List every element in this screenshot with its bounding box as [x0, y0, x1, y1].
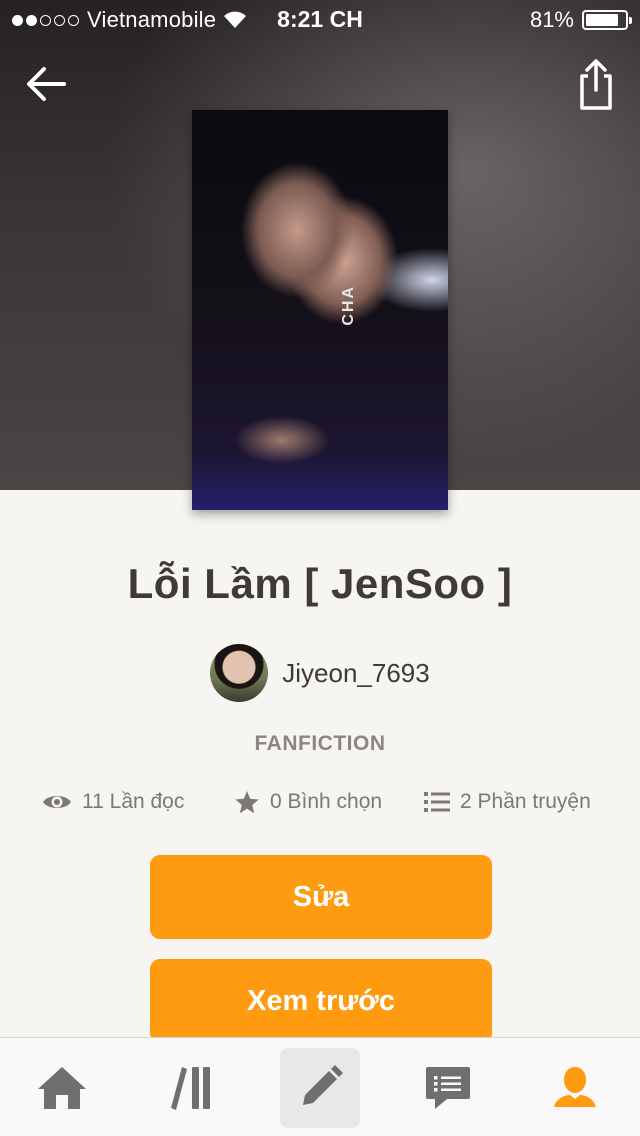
votes-stat: 0 Bình chọn — [234, 790, 382, 814]
share-button[interactable] — [576, 56, 616, 112]
status-right: 81% — [529, 7, 632, 33]
author-row[interactable]: Jiyeon_7693 — [0, 644, 640, 702]
parts-count: 2 Phần truyện — [460, 790, 591, 813]
home-icon — [38, 1067, 86, 1109]
votes-count: 0 Bình chọn — [270, 790, 383, 813]
profile-icon — [554, 1067, 596, 1107]
write-icon — [303, 1065, 343, 1105]
messages-icon — [426, 1067, 470, 1109]
battery-percent: 81% — [529, 7, 574, 32]
tab-profile[interactable] — [535, 1048, 615, 1128]
eye-icon — [43, 796, 71, 808]
story-stats: 11 Lần đọc 0 Bình chọn 2 Phần truyện — [0, 790, 640, 826]
author-name[interactable]: Jiyeon_7693 — [282, 658, 429, 689]
preview-button[interactable]: Xem trước — [150, 959, 492, 1043]
parts-stat: 2 Phần truyện — [424, 790, 591, 814]
story-cover-image[interactable]: CHA — [192, 110, 448, 510]
status-bar: Vietnamobile 8:21 CH 81% — [0, 0, 640, 40]
story-title: Lỗi Lầm [ JenSoo ] — [127, 560, 513, 607]
reads-count: 11 Lần đọc — [82, 790, 185, 813]
author-avatar[interactable] — [210, 644, 269, 702]
tab-messages[interactable] — [408, 1048, 488, 1128]
library-icon — [171, 1067, 210, 1110]
tab-home[interactable] — [22, 1048, 102, 1128]
tab-library[interactable] — [152, 1048, 232, 1128]
edit-button[interactable]: Sửa — [150, 855, 492, 939]
list-icon — [424, 792, 450, 812]
reads-stat: 11 Lần đọc — [42, 790, 184, 814]
story-category: FANFICTION — [254, 732, 386, 755]
tab-write[interactable] — [280, 1048, 360, 1128]
share-icon — [580, 59, 612, 110]
bottom-tab-bar — [0, 1037, 640, 1136]
battery-icon — [582, 10, 632, 30]
star-icon — [235, 791, 259, 814]
back-button[interactable] — [22, 60, 70, 108]
arrow-left-icon — [27, 67, 66, 101]
cover-lettering: CHA — [340, 285, 357, 326]
